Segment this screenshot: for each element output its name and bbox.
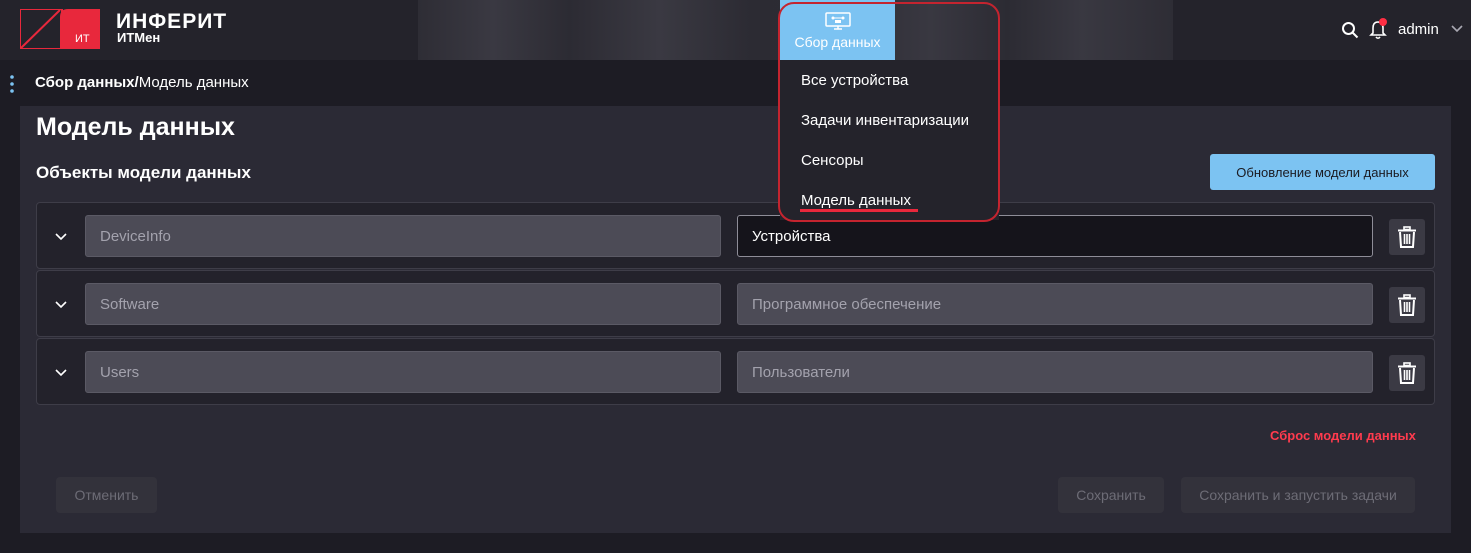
reset-model-link[interactable]: Сброс модели данных [1270, 428, 1416, 443]
object-alias-field[interactable] [737, 351, 1373, 393]
delete-button[interactable] [1389, 287, 1425, 323]
brand-logo[interactable]: ИТ [20, 9, 100, 49]
logo-text: ИТ [75, 33, 90, 45]
table-row [36, 270, 1435, 337]
update-model-button[interactable]: Обновление модели данных [1210, 154, 1435, 190]
highlight-annotation [778, 2, 1000, 222]
object-name-field[interactable] [85, 351, 721, 393]
user-menu-name[interactable]: admin [1398, 21, 1439, 38]
search-icon[interactable] [1341, 21, 1359, 39]
product-name: ИТМен [117, 30, 161, 45]
cancel-button[interactable]: Отменить [56, 477, 157, 513]
kebab-icon[interactable] [10, 75, 14, 93]
chevron-down-icon[interactable] [55, 369, 67, 377]
object-name-field[interactable] [85, 283, 721, 325]
trash-icon [1398, 294, 1416, 316]
table-row [36, 338, 1435, 405]
breadcrumb-parent[interactable]: Сбор данных [35, 74, 135, 91]
object-name-field[interactable] [85, 215, 721, 257]
chevron-down-icon[interactable] [55, 301, 67, 309]
chevron-down-icon[interactable] [1451, 25, 1463, 33]
trash-icon [1398, 362, 1416, 384]
object-alias-field[interactable] [737, 283, 1373, 325]
save-button[interactable]: Сохранить [1058, 477, 1164, 513]
save-and-run-button[interactable]: Сохранить и запустить задачи [1181, 477, 1415, 513]
section-title: Объекты модели данных [36, 163, 251, 182]
page-title: Модель данных [36, 113, 235, 141]
trash-icon [1398, 226, 1416, 248]
breadcrumb: Сбор данных/Модель данных [35, 74, 249, 91]
delete-button[interactable] [1389, 355, 1425, 391]
delete-button[interactable] [1389, 219, 1425, 255]
chevron-down-icon[interactable] [55, 233, 67, 241]
breadcrumb-current: Модель данных [138, 74, 249, 91]
table-row [36, 202, 1435, 269]
notification-badge [1379, 18, 1387, 26]
